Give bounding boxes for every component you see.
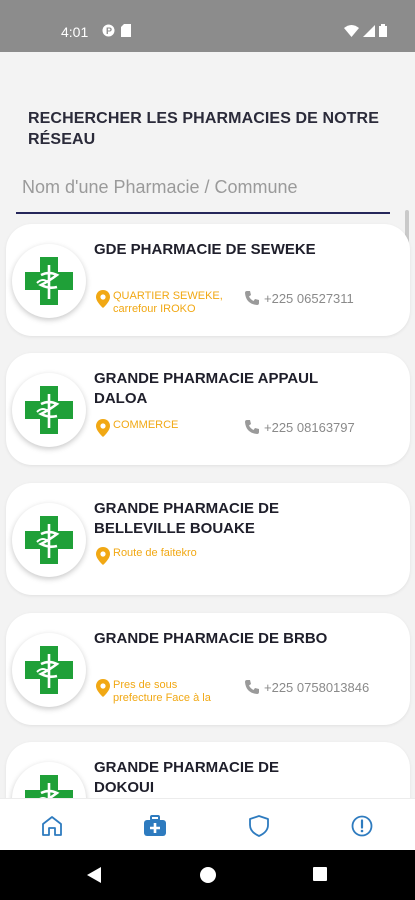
pharmacy-address-text: Pres de sous prefecture Face à la [113, 679, 211, 704]
pharmacy-address-text: QUARTIER SEWEKE, carrefour IROKO [113, 290, 223, 315]
pharmacy-card[interactable]: GDE PHARMACIE DE SEWEKE QUARTIER SEWEKE,… [6, 224, 410, 336]
parking-app-icon: P [102, 24, 115, 37]
pharmacy-logo [12, 762, 86, 798]
back-button[interactable] [86, 866, 102, 889]
medical-kit-icon [144, 815, 166, 836]
status-bar: 4:01 P [0, 0, 415, 52]
pharmacy-phone-text: +225 08163797 [264, 419, 355, 435]
pharmacy-phone[interactable]: +225 06527311 [244, 290, 354, 306]
pharmacy-phone-text: +225 06527311 [264, 290, 354, 306]
home-system-button[interactable] [199, 866, 217, 889]
recents-button[interactable] [312, 866, 328, 887]
pharmacy-cross-icon [25, 516, 73, 564]
bottom-navigation [0, 798, 415, 850]
phone-icon [245, 291, 259, 305]
square-recents-icon [313, 867, 327, 881]
pharmacy-list: GDE PHARMACIE DE SEWEKE QUARTIER SEWEKE,… [0, 222, 415, 798]
svg-text:P: P [106, 26, 112, 36]
status-notification-icons: P [102, 24, 131, 37]
pharmacy-address: Pres de sous prefecture Face à la [96, 679, 225, 705]
pharmacy-name: GRANDE PHARMACIE DE DOKOUI [94, 759, 280, 796]
pharmacy-card[interactable]: GRANDE PHARMACIE APPAUL DALOA COMMERCE +… [6, 353, 410, 465]
status-system-icons [344, 24, 387, 37]
pharmacy-address: COMMERCE [96, 419, 178, 437]
pharmacy-address: QUARTIER SEWEKE, carrefour IROKO [96, 290, 225, 316]
wifi-icon [344, 24, 359, 37]
signal-icon [363, 24, 375, 37]
page-title: RECHERCHER LES PHARMACIES DE NOTRE RÉSEA… [28, 110, 379, 148]
nav-info[interactable] [349, 813, 375, 839]
pharmacy-name: GRANDE PHARMACIE DE BRBO [94, 630, 328, 647]
phone-icon [245, 680, 259, 694]
status-time: 4:01 [61, 24, 89, 40]
pharmacy-phone[interactable]: +225 0758013846 [244, 679, 369, 695]
nav-home[interactable] [39, 813, 65, 839]
pharmacy-cross-icon [25, 386, 73, 434]
battery-icon [379, 24, 387, 37]
location-pin-icon [96, 547, 110, 565]
location-pin-icon [96, 290, 110, 308]
pharmacy-logo [12, 244, 86, 318]
shield-icon [249, 815, 269, 837]
pharmacy-logo [12, 633, 86, 707]
search-field[interactable] [16, 172, 390, 214]
info-icon [351, 815, 373, 837]
sd-card-icon [121, 24, 131, 37]
circle-home-icon [200, 867, 216, 883]
location-pin-icon [96, 679, 110, 697]
home-icon [42, 816, 62, 836]
pharmacy-address-text: COMMERCE [113, 419, 179, 431]
location-pin-icon [96, 419, 110, 437]
back-icon [87, 867, 101, 883]
pharmacy-logo [12, 503, 86, 577]
pharmacy-logo [12, 373, 86, 447]
system-navigation-bar [0, 850, 415, 900]
phone-icon [245, 420, 259, 434]
nav-pharmacies[interactable] [142, 813, 168, 839]
pharmacy-card[interactable]: GRANDE PHARMACIE DE BRBO Pres de sous pr… [6, 613, 410, 725]
pharmacy-address: Route de faitekro [96, 547, 197, 565]
pharmacy-name: GDE PHARMACIE DE SEWEKE [94, 241, 316, 258]
pharmacy-name: GRANDE PHARMACIE DE BELLEVILLE BOUAKE [94, 500, 280, 537]
pharmacy-phone-text: +225 0758013846 [264, 679, 370, 695]
pharmacy-cross-icon [25, 775, 73, 798]
pharmacy-phone[interactable]: +225 08163797 [244, 419, 355, 435]
search-input[interactable] [16, 172, 390, 202]
pharmacy-card[interactable]: GRANDE PHARMACIE DE DOKOUI [6, 742, 410, 798]
nav-insurance[interactable] [246, 813, 272, 839]
pharmacy-name: GRANDE PHARMACIE APPAUL DALOA [94, 370, 318, 407]
pharmacy-address-text: Route de faitekro [113, 547, 197, 559]
pharmacy-card[interactable]: GRANDE PHARMACIE DE BELLEVILLE BOUAKE Ro… [6, 483, 410, 595]
pharmacy-cross-icon [25, 257, 73, 305]
pharmacy-cross-icon [25, 646, 73, 694]
